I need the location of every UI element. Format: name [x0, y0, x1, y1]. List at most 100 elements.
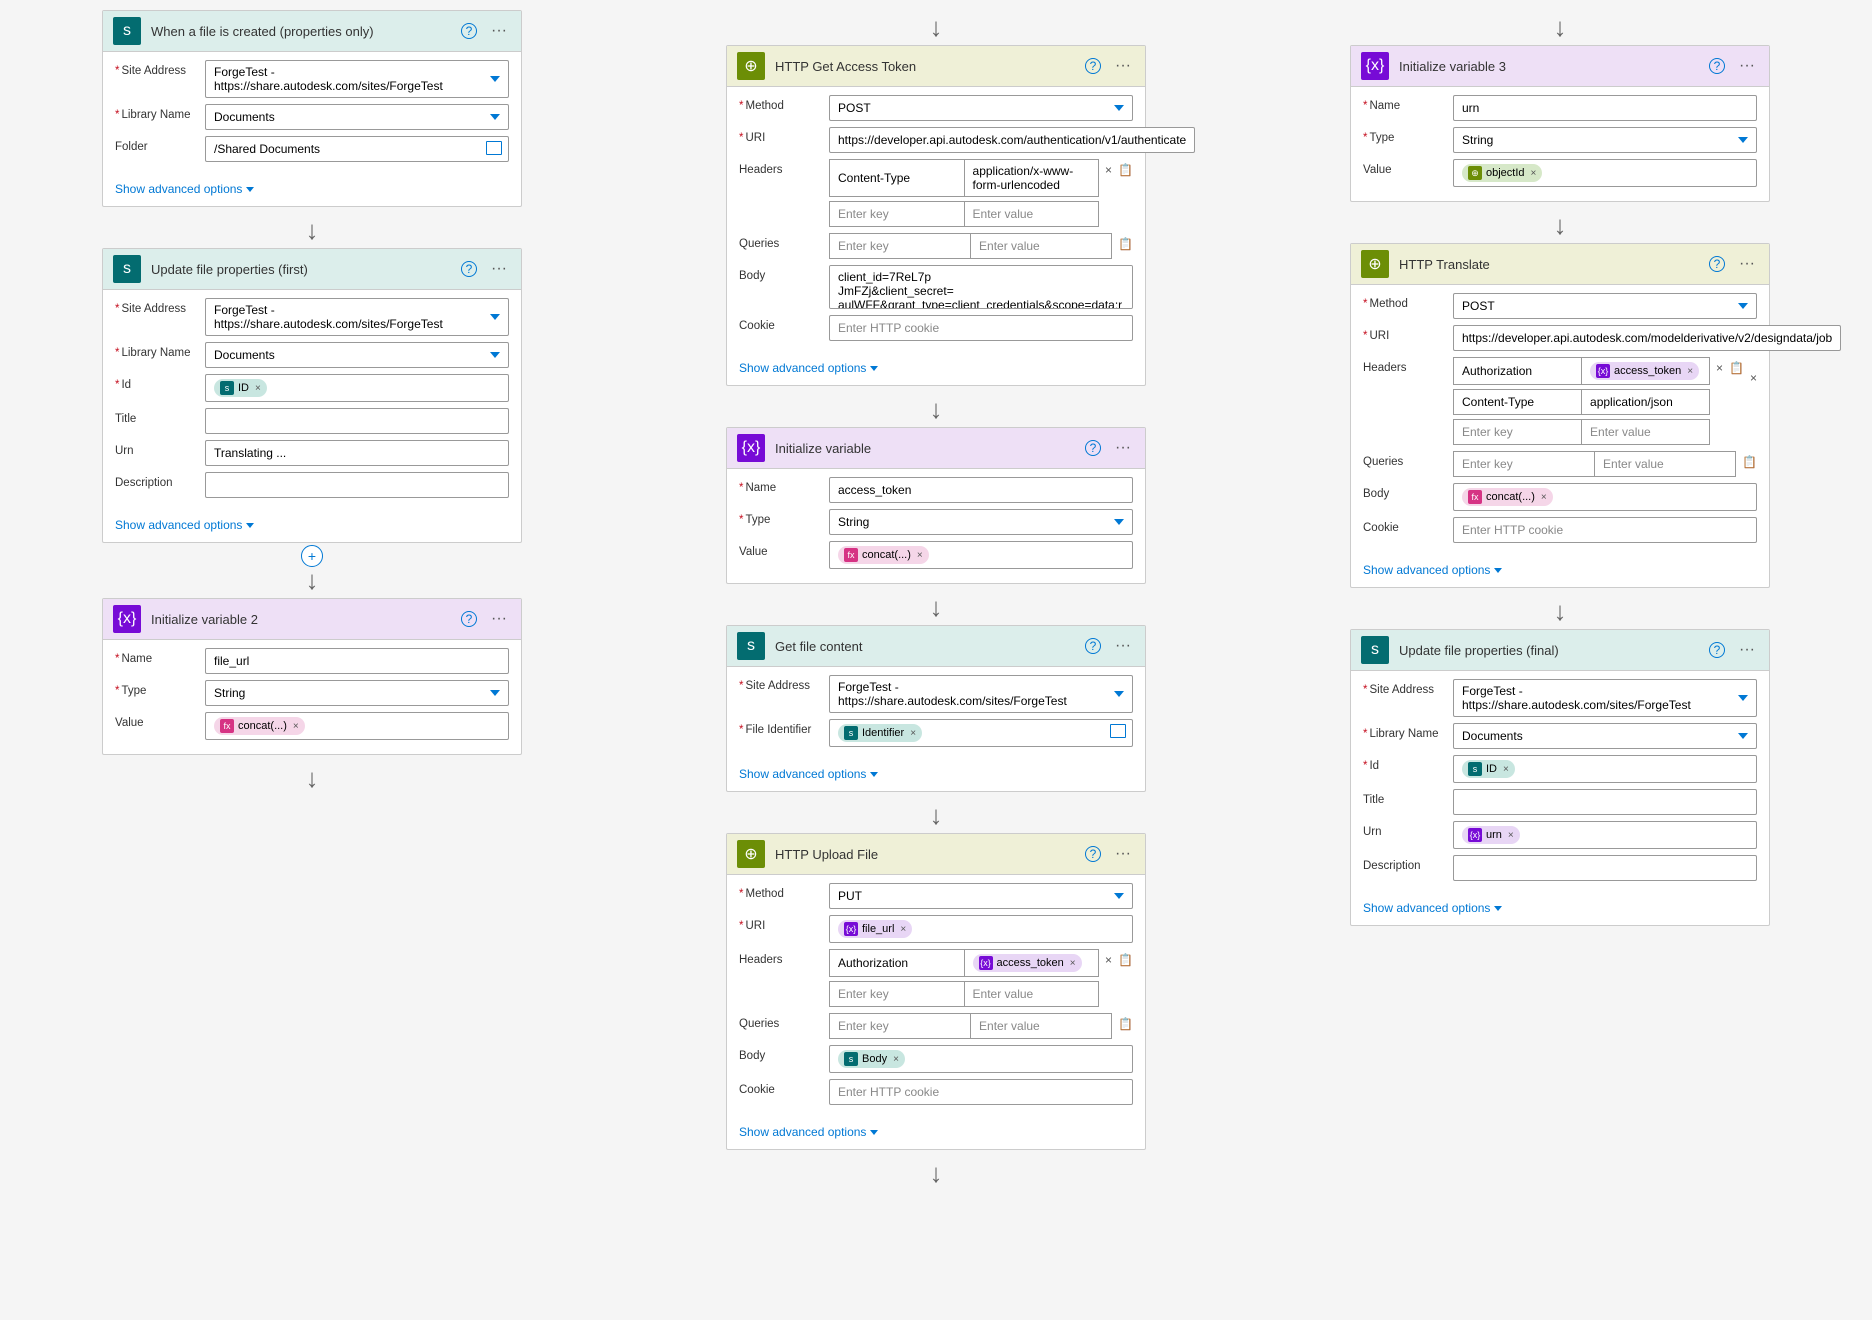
show-advanced-link[interactable]: Show advanced options: [727, 1119, 1145, 1149]
query-key-input[interactable]: Enter key: [829, 1013, 970, 1039]
header-key-input[interactable]: Enter key: [1453, 419, 1581, 445]
uri-input[interactable]: https://developer.api.autodesk.com/model…: [1453, 325, 1841, 351]
folder-input[interactable]: /Shared Documents: [205, 136, 509, 162]
help-icon[interactable]: ?: [461, 23, 477, 39]
query-value-input[interactable]: Enter value: [970, 233, 1112, 259]
body-input[interactable]: sBody×: [829, 1045, 1133, 1073]
show-advanced-link[interactable]: Show advanced options: [727, 761, 1145, 791]
more-icon[interactable]: ···: [487, 260, 511, 278]
urn-input[interactable]: {x}urn×: [1453, 821, 1757, 849]
access-token-token[interactable]: {x}access_token×: [973, 954, 1082, 972]
help-icon[interactable]: ?: [1709, 256, 1725, 272]
more-icon[interactable]: ···: [487, 610, 511, 628]
uri-input[interactable]: {x}file_url×: [829, 915, 1133, 943]
identifier-token[interactable]: sIdentifier×: [838, 724, 922, 742]
method-dropdown[interactable]: POST: [1453, 293, 1757, 319]
help-icon[interactable]: ?: [1085, 846, 1101, 862]
remove-icon[interactable]: ×: [1105, 163, 1112, 177]
id-input[interactable]: sID×: [205, 374, 509, 402]
query-value-input[interactable]: Enter value: [1594, 451, 1736, 477]
objectid-token[interactable]: ⊕objectId×: [1462, 164, 1542, 182]
id-input[interactable]: sID×: [1453, 755, 1757, 783]
body-token[interactable]: sBody×: [838, 1050, 905, 1068]
more-icon[interactable]: ···: [1735, 641, 1759, 659]
more-icon[interactable]: ···: [1111, 637, 1135, 655]
header-key-input[interactable]: Enter key: [829, 201, 964, 227]
title-input[interactable]: [1453, 789, 1757, 815]
body-input[interactable]: fxconcat(...)×: [1453, 483, 1757, 511]
text-mode-icon[interactable]: 📋: [1118, 1017, 1133, 1031]
urn-token[interactable]: {x}urn×: [1462, 826, 1520, 844]
type-dropdown[interactable]: String: [1453, 127, 1757, 153]
header-key-input[interactable]: Content-Type: [829, 159, 964, 197]
header-key-input[interactable]: Content-Type: [1453, 389, 1581, 415]
library-dropdown[interactable]: Documents: [205, 342, 509, 368]
help-icon[interactable]: ?: [1709, 642, 1725, 658]
remove-icon[interactable]: ×: [1750, 371, 1757, 385]
help-icon[interactable]: ?: [1709, 58, 1725, 74]
more-icon[interactable]: ···: [1735, 57, 1759, 75]
library-dropdown[interactable]: Documents: [1453, 723, 1757, 749]
text-mode-icon[interactable]: 📋: [1742, 455, 1757, 469]
more-icon[interactable]: ···: [1111, 845, 1135, 863]
value-input[interactable]: fxconcat(...)×: [205, 712, 509, 740]
header-key-input[interactable]: Enter key: [829, 981, 964, 1007]
title-input[interactable]: [205, 408, 509, 434]
header-value-input[interactable]: application/x-www-form-urlencoded: [964, 159, 1100, 197]
body-input[interactable]: [829, 265, 1133, 309]
concat-token[interactable]: fxconcat(...)×: [1462, 488, 1553, 506]
header-value-input[interactable]: Enter value: [1581, 419, 1710, 445]
description-input[interactable]: [1453, 855, 1757, 881]
id-token[interactable]: sID×: [214, 379, 267, 397]
site-dropdown[interactable]: ForgeTest - https://share.autodesk.com/s…: [205, 60, 509, 98]
access-token-token[interactable]: {x}access_token×: [1590, 362, 1699, 380]
file-id-input[interactable]: sIdentifier×: [829, 719, 1133, 747]
help-icon[interactable]: ?: [461, 611, 477, 627]
library-dropdown[interactable]: Documents: [205, 104, 509, 130]
id-token[interactable]: sID×: [1462, 760, 1515, 778]
file-url-token[interactable]: {x}file_url×: [838, 920, 912, 938]
more-icon[interactable]: ···: [487, 22, 511, 40]
method-dropdown[interactable]: PUT: [829, 883, 1133, 909]
value-input[interactable]: fxconcat(...)×: [829, 541, 1133, 569]
help-icon[interactable]: ?: [1085, 440, 1101, 456]
concat-token[interactable]: fxconcat(...)×: [214, 717, 305, 735]
help-icon[interactable]: ?: [1085, 58, 1101, 74]
site-dropdown[interactable]: ForgeTest - https://share.autodesk.com/s…: [829, 675, 1133, 713]
urn-input[interactable]: Translating ...: [205, 440, 509, 466]
show-advanced-link[interactable]: Show advanced options: [103, 512, 521, 542]
uri-input[interactable]: https://developer.api.autodesk.com/authe…: [829, 127, 1195, 153]
remove-icon[interactable]: ×: [1105, 953, 1112, 967]
help-icon[interactable]: ?: [461, 261, 477, 277]
type-dropdown[interactable]: String: [205, 680, 509, 706]
header-value-input[interactable]: {x}access_token×: [964, 949, 1100, 977]
method-dropdown[interactable]: POST: [829, 95, 1133, 121]
help-icon[interactable]: ?: [1085, 638, 1101, 654]
value-input[interactable]: ⊕objectId×: [1453, 159, 1757, 187]
query-value-input[interactable]: Enter value: [970, 1013, 1112, 1039]
concat-token[interactable]: fxconcat(...)×: [838, 546, 929, 564]
header-value-input[interactable]: Enter value: [964, 981, 1100, 1007]
header-value-input[interactable]: application/json: [1581, 389, 1710, 415]
text-mode-icon[interactable]: 📋: [1118, 163, 1133, 177]
more-icon[interactable]: ···: [1111, 57, 1135, 75]
site-dropdown[interactable]: ForgeTest - https://share.autodesk.com/s…: [205, 298, 509, 336]
header-value-input[interactable]: Enter value: [964, 201, 1100, 227]
text-mode-icon[interactable]: 📋: [1118, 953, 1133, 967]
more-icon[interactable]: ···: [1111, 439, 1135, 457]
header-value-input[interactable]: {x}access_token×: [1581, 357, 1710, 385]
cookie-input[interactable]: Enter HTTP cookie: [829, 315, 1133, 341]
name-input[interactable]: file_url: [205, 648, 509, 674]
header-key-input[interactable]: Authorization: [829, 949, 964, 977]
cookie-input[interactable]: Enter HTTP cookie: [1453, 517, 1757, 543]
name-input[interactable]: access_token: [829, 477, 1133, 503]
cookie-input[interactable]: Enter HTTP cookie: [829, 1079, 1133, 1105]
show-advanced-link[interactable]: Show advanced options: [1351, 895, 1769, 925]
show-advanced-link[interactable]: Show advanced options: [1351, 557, 1769, 587]
remove-icon[interactable]: ×: [1716, 361, 1723, 375]
description-input[interactable]: [205, 472, 509, 498]
show-advanced-link[interactable]: Show advanced options: [727, 355, 1145, 385]
add-step-button[interactable]: +: [301, 545, 323, 567]
type-dropdown[interactable]: String: [829, 509, 1133, 535]
header-key-input[interactable]: Authorization: [1453, 357, 1581, 385]
